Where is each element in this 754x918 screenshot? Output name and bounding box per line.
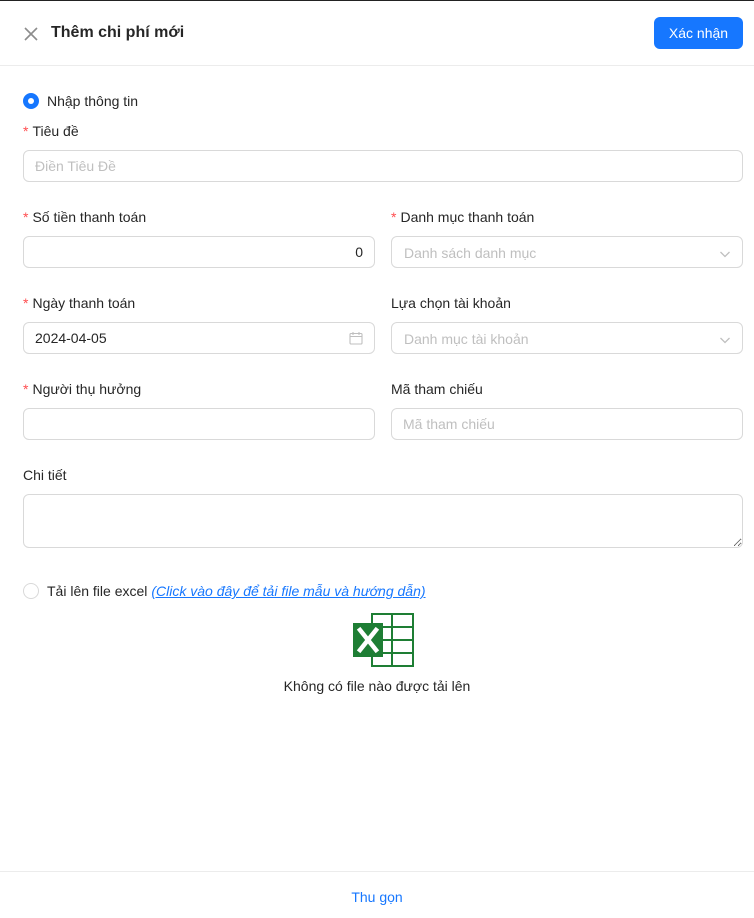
category-label: * Danh mục thanh toán [391,209,535,225]
no-file-message: Không có file nào được tải lên [283,678,471,694]
account-select[interactable]: Danh mục tài khoản [391,322,743,354]
account-label: Lựa chọn tài khoản [391,295,511,311]
modal-header: Thêm chi phí mới Xác nhận [0,1,754,66]
date-picker[interactable] [23,322,375,354]
amount-input[interactable] [23,236,375,268]
amount-label: * Số tiền thanh toán [23,209,147,225]
reference-input[interactable] [391,408,743,440]
upload-excel-option: Tải lên file excel (Click vào đây để tải … [47,583,426,599]
required-mark: * [391,209,397,225]
upload-excel-radio[interactable] [23,583,39,599]
date-label: * Ngày thanh toán [23,295,136,311]
confirm-button[interactable]: Xác nhận [654,17,743,49]
details-label: Chi tiết [23,467,67,483]
reference-label: Mã tham chiếu [391,381,483,397]
beneficiary-label: * Người thụ hưởng [23,381,142,397]
required-mark: * [23,381,29,397]
details-textarea[interactable] [23,494,743,548]
title-label: * Tiêu đề [23,123,79,139]
account-placeholder: Danh mục tài khoản [404,331,529,347]
beneficiary-input[interactable] [23,408,375,440]
category-placeholder: Danh sách danh mục [404,245,537,261]
manual-entry-radio[interactable] [23,93,39,109]
collapse-button[interactable]: Thu gọn [0,889,754,905]
category-select[interactable]: Danh sách danh mục [391,236,743,268]
close-icon[interactable] [22,25,40,43]
title-input[interactable] [23,150,743,182]
chevron-down-icon [719,247,731,259]
calendar-icon[interactable] [349,331,363,345]
upload-excel-label: Tải lên file excel [47,583,148,599]
required-mark: * [23,123,29,139]
modal-title: Thêm chi phí mới [51,24,185,41]
required-mark: * [23,209,29,225]
manual-entry-label: Nhập thông tin [47,93,139,109]
chevron-down-icon [719,333,731,345]
excel-file-icon [352,613,414,667]
template-download-link[interactable]: (Click vào đây để tải file mẫu và hướng … [151,583,425,599]
modal-footer: Thu gọn [0,871,754,918]
required-mark: * [23,295,29,311]
date-input[interactable] [23,322,375,354]
